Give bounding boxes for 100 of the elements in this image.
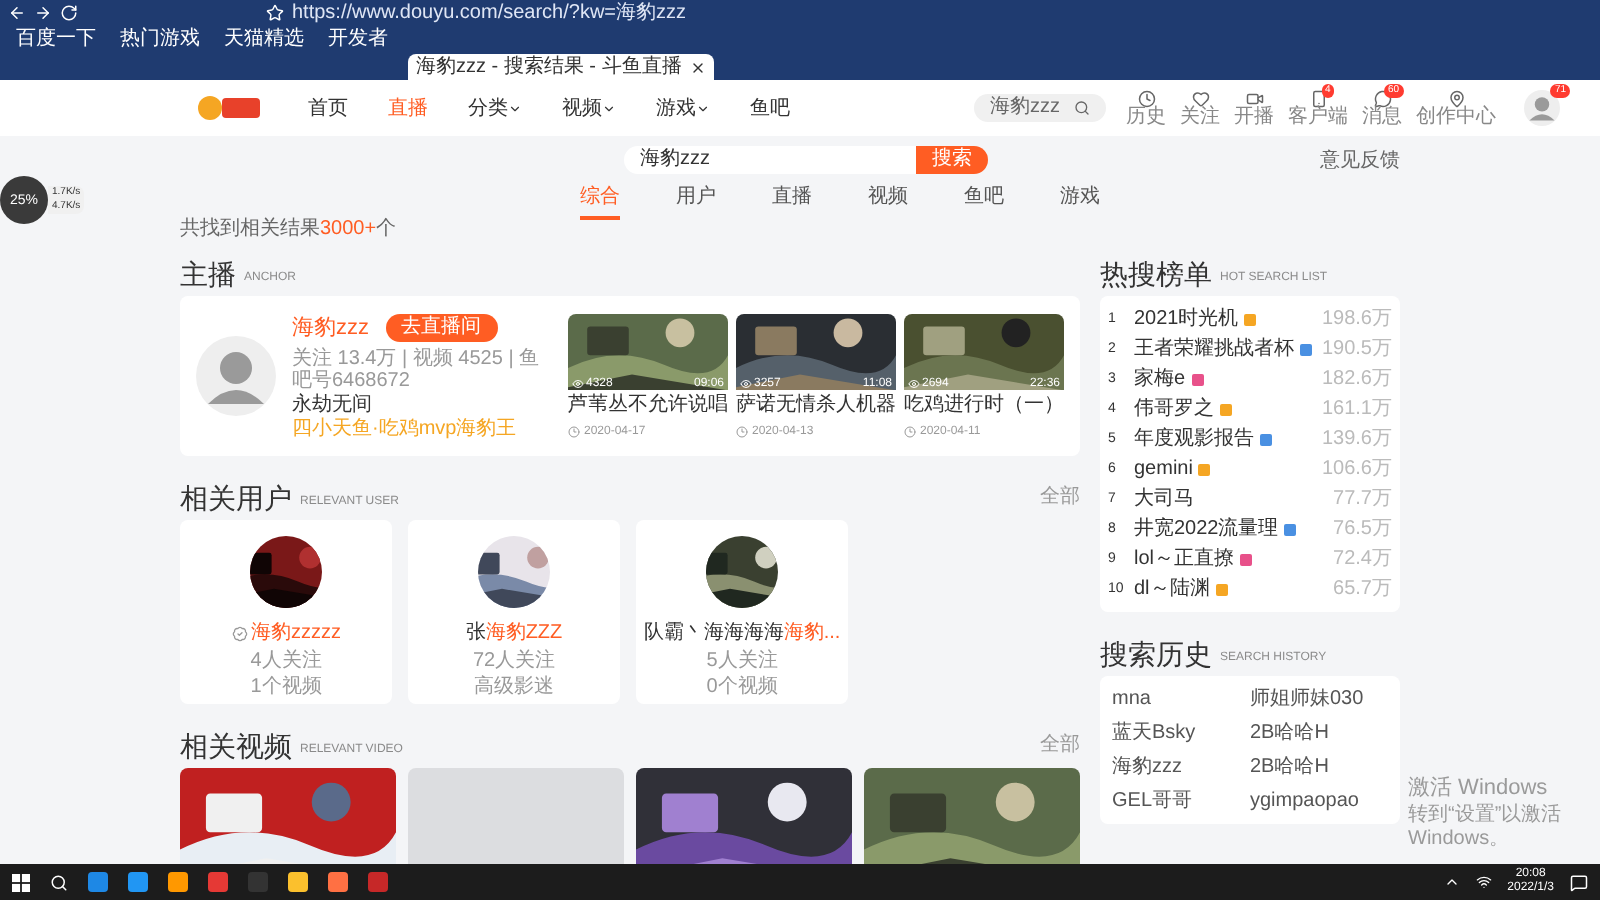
network-icon[interactable] [1475, 874, 1492, 890]
follower-count: 5人关注 [706, 652, 778, 672]
anchor-stats: 关注 13.4万 | 视频 4525 | 鱼吧号6468672 [292, 348, 542, 393]
history-item[interactable]: 师姐师妹030 [1250, 689, 1388, 709]
result-count: 共找到相关结果3000+个 [180, 220, 399, 240]
search-term[interactable]: gemini [1134, 459, 1193, 479]
header-action[interactable]: 历史 [1126, 89, 1166, 127]
follower-count: 4人关注 [250, 652, 322, 672]
search-field[interactable]: 海豹zzz [624, 146, 916, 174]
chevron-up-icon[interactable] [1443, 874, 1460, 890]
bookmark-link[interactable]: 开发者 [328, 29, 388, 49]
star-icon[interactable] [266, 4, 284, 22]
history-item[interactable]: 2B哈哈H [1250, 757, 1388, 777]
section-title: 主播 [180, 260, 236, 288]
search-term[interactable]: dl～陆渊 [1134, 579, 1210, 599]
nav-link[interactable]: 分类 [468, 93, 522, 123]
windows-icon[interactable] [12, 873, 30, 891]
pin-icon [1447, 89, 1465, 107]
search-count: 182.6万 [1321, 369, 1392, 389]
user-card[interactable]: 队霸丶海海海海海豹... 5人关注 0个视频 [636, 520, 848, 704]
nav-link[interactable]: 首页 [308, 93, 348, 123]
search-tab[interactable]: 用户 [676, 188, 716, 220]
caret-icon [696, 101, 710, 115]
search-count: 65.7万 [1333, 579, 1392, 599]
history-item[interactable]: GEL哥哥 [1112, 791, 1250, 811]
search-count: 161.1万 [1321, 399, 1392, 419]
bookmark-link[interactable]: 热门游戏 [120, 29, 200, 49]
nav-link[interactable]: 游戏 [656, 93, 710, 123]
header-action[interactable]: 开播 [1234, 89, 1274, 127]
phone-icon [1309, 89, 1327, 107]
notification-icon[interactable] [1570, 873, 1588, 891]
caret-icon [602, 101, 616, 115]
user-detail: 高级影迷 [474, 678, 554, 698]
search-term[interactable]: 2021时光机 [1134, 309, 1239, 329]
bookmark-link[interactable]: 天猫精选 [224, 29, 304, 49]
history-item[interactable]: 2B哈哈H [1250, 723, 1388, 743]
chat-icon [1373, 89, 1391, 107]
search-count: 139.6万 [1321, 429, 1392, 449]
header-action[interactable]: 创作中心 [1416, 89, 1496, 127]
history-item[interactable]: mna [1112, 689, 1250, 709]
user-detail: 0个视频 [706, 678, 778, 698]
search-tab[interactable]: 直播 [772, 188, 812, 220]
search-tab[interactable]: 游戏 [1060, 188, 1100, 220]
search-field[interactable]: 海豹zzz [974, 94, 1106, 122]
refresh-icon[interactable] [60, 4, 78, 22]
clock-icon [1137, 89, 1155, 107]
clock-icon [568, 426, 580, 438]
search-count: 106.6万 [1321, 459, 1392, 479]
browser-tab[interactable]: 海豹zzz - 搜索结果 - 斗鱼直播 [408, 54, 714, 80]
search-term[interactable]: 大司马 [1134, 489, 1194, 509]
bookmark-link[interactable]: 百度一下 [16, 29, 96, 49]
heart-icon [1191, 89, 1209, 107]
eye-icon [572, 378, 584, 390]
clock-icon [736, 426, 748, 438]
video-title: 吃鸡进行时（一） [904, 394, 1064, 418]
search-count: 72.4万 [1333, 549, 1392, 569]
history-item[interactable]: ygimpaopao [1250, 791, 1388, 811]
avatar-icon [1524, 90, 1560, 126]
follower-count: 72人关注 [472, 652, 556, 672]
back-icon[interactable] [8, 4, 26, 22]
header-action[interactable]: 关注 [1180, 89, 1220, 127]
clock-icon [904, 426, 916, 438]
address-field[interactable]: https://www.douyu.com/search/?kw=海豹zzz [292, 3, 687, 23]
anchor-honor: 四小天鱼·吃鸡mvp海豹王 [292, 420, 519, 441]
caret-icon [508, 101, 522, 115]
anchor-game: 永劫无间 [292, 396, 374, 417]
search-term[interactable]: 年度观影报告 [1134, 429, 1254, 449]
user-name[interactable]: 队霸丶海海海海海豹... [643, 624, 841, 644]
section-title: 相关用户 [180, 484, 292, 512]
user-name[interactable]: 张海豹ZZZ [465, 624, 563, 644]
search-count: 190.5万 [1321, 339, 1392, 359]
close-icon[interactable] [689, 59, 706, 75]
search-count: 77.7万 [1333, 489, 1392, 509]
history-item[interactable]: 海豹zzz [1112, 757, 1250, 777]
section-title: 热搜榜单 [1100, 260, 1212, 288]
nav-link[interactable]: 鱼吧 [750, 93, 790, 123]
search-term[interactable]: lol～正直撩 [1134, 549, 1235, 569]
search-term[interactable]: 家梅e [1134, 369, 1186, 389]
user-detail: 1个视频 [250, 678, 322, 698]
forward-icon[interactable] [34, 4, 52, 22]
search-term[interactable]: 伟哥罗之 [1134, 399, 1214, 419]
search-tab[interactable]: 视频 [868, 188, 908, 220]
video-icon [1245, 89, 1263, 107]
user-card[interactable]: 张海豹ZZZ 72人关注 高级影迷 [408, 520, 620, 704]
section-title: 搜索历史 [1100, 640, 1212, 668]
search-tab[interactable]: 鱼吧 [964, 188, 1004, 220]
eye-icon [740, 378, 752, 390]
search-count: 76.5万 [1333, 519, 1392, 539]
activation-title: 激活 Windows [1408, 778, 1550, 800]
history-item[interactable]: 蓝天Bsky [1112, 723, 1250, 743]
verified-icon [231, 626, 247, 642]
nav-link[interactable]: 视频 [562, 93, 616, 123]
avatar-icon [196, 336, 276, 416]
feedback-link[interactable]: 意见反馈 [1320, 145, 1400, 175]
search-count: 198.6万 [1321, 309, 1392, 329]
search-term[interactable]: 王者荣耀挑战者杯 [1134, 339, 1294, 359]
activation-text: 转到“设置”以激活 Windows。 [1408, 804, 1564, 852]
eye-icon [908, 378, 920, 390]
logo-icon[interactable] [196, 94, 264, 122]
search-term[interactable]: 井宽2022流量理 [1134, 519, 1279, 539]
